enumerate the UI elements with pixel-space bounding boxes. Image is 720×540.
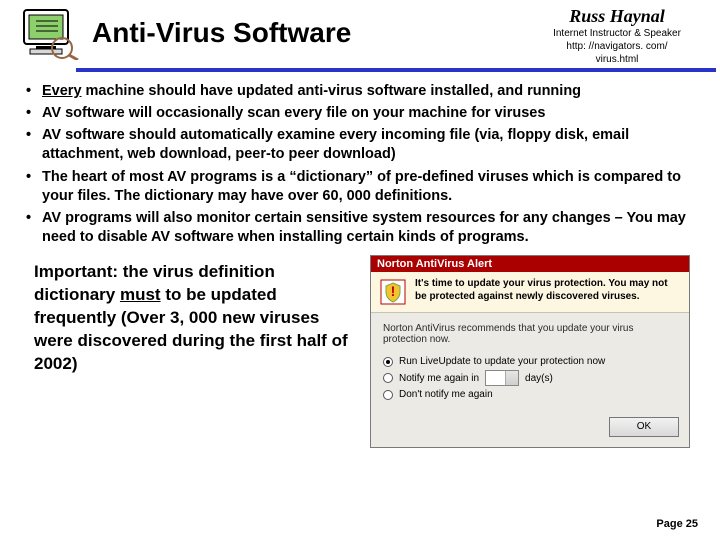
slide-header: Anti-Virus Software Russ Haynal Internet… [18,6,702,66]
bullet-item: AV programs will also monitor certain se… [24,209,702,247]
important-note: Important: the virus definition dictiona… [34,261,354,448]
author-name: Russ Haynal [532,6,702,27]
author-url-1: http: //navigators. com/ [532,41,702,53]
radio-label: Notify me again in [399,373,479,384]
computer-monitor-clipart-icon [18,6,82,60]
author-block: Russ Haynal Internet Instructor & Speake… [532,6,702,66]
bullet-item: Every machine should have updated anti-v… [24,82,702,101]
days-stepper[interactable] [485,370,519,386]
radio-label: Don't notify me again [399,389,493,400]
radio-dont-notify[interactable] [383,390,393,400]
author-role: Internet Instructor & Speaker [532,28,702,40]
author-url-2: virus.html [532,54,702,66]
radio-label-suffix: day(s) [525,373,553,384]
divider-rule [76,68,716,72]
bullet-list: Every machine should have updated anti-v… [24,82,702,247]
norton-alert-dialog: Norton AntiVirus Alert ! It's time to up… [370,255,690,448]
bullet-item: AV software should automatically examine… [24,126,702,164]
bullet-item: The heart of most AV programs is a “dict… [24,168,702,206]
radio-notify-later[interactable] [383,373,393,383]
radio-label: Run LiveUpdate to update your protection… [399,356,605,367]
bullet-item: AV software will occasionally scan every… [24,104,702,123]
banner-text: It's time to update your virus protectio… [415,278,668,302]
dialog-banner: ! It's time to update your virus protect… [371,272,689,313]
radio-liveupdate[interactable] [383,357,393,367]
slide-title: Anti-Virus Software [92,17,351,49]
dialog-titlebar: Norton AntiVirus Alert [371,256,689,272]
svg-text:!: ! [391,283,396,299]
page-number: Page 25 [656,518,698,530]
shield-alert-icon: ! [379,278,407,306]
dialog-recommend-text: Norton AntiVirus recommends that you upd… [371,313,689,349]
dialog-options: Run LiveUpdate to update your protection… [371,349,689,411]
ok-button[interactable]: OK [609,417,679,437]
